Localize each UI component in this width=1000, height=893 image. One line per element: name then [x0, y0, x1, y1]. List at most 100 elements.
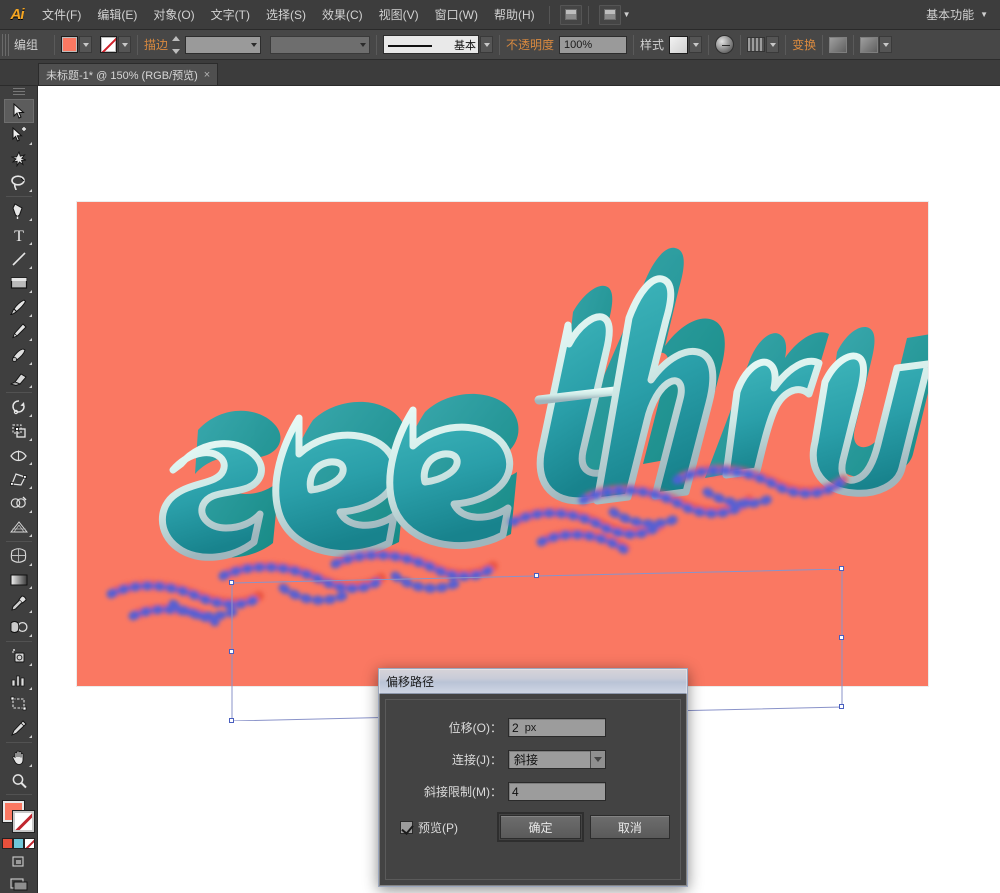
perspective-grid-tool[interactable] [4, 515, 34, 539]
document-tab-strip: 未标题-1* @ 150% (RGB/预览) × [0, 60, 1000, 86]
joins-select[interactable]: 斜接 [508, 750, 606, 769]
none-swatch-icon[interactable] [24, 838, 35, 850]
magic-wand-tool[interactable] [4, 147, 34, 171]
bridge-icon[interactable] [559, 4, 582, 25]
zoom-tool[interactable] [4, 769, 34, 793]
artboard[interactable] [77, 202, 928, 723]
color-mode-swatches[interactable] [2, 838, 35, 850]
control-bar-grip[interactable] [2, 33, 9, 56]
fill-swatch[interactable] [61, 36, 79, 53]
close-icon[interactable]: × [204, 69, 210, 81]
menu-effect[interactable]: 效果(C) [314, 0, 371, 30]
eraser-tool[interactable] [4, 367, 34, 391]
brush-definition-combo[interactable]: 基本 [383, 35, 480, 54]
free-transform-tool[interactable] [4, 467, 34, 491]
rotate-tool[interactable] [4, 395, 34, 419]
cancel-button[interactable]: 取消 [589, 815, 670, 839]
arrange-documents-icon[interactable] [598, 4, 621, 25]
artboard-tool[interactable] [4, 692, 34, 716]
recolor-artwork-icon[interactable] [715, 35, 735, 54]
screen-mode-icon[interactable] [8, 875, 30, 893]
offset-path-dialog: 偏移路径 位移(O)： 2 px 连接(J)： 斜接 斜接限制(M)： 4 预览… [378, 668, 688, 887]
blend-tool[interactable] [4, 615, 34, 639]
selection-handle-bl[interactable] [229, 718, 234, 723]
miter-limit-input[interactable]: 4 [508, 782, 606, 801]
chevron-down-icon[interactable]: ▼ [623, 10, 631, 19]
gradient-tool[interactable] [4, 568, 34, 592]
opacity-combo[interactable]: 100% [559, 35, 628, 54]
offset-row: 位移(O)： 2 px [396, 718, 670, 737]
menu-type[interactable]: 文字(T) [203, 0, 258, 30]
isolate-group-icon[interactable] [829, 36, 848, 53]
brush-definition-arrow[interactable] [480, 36, 494, 53]
stroke-swatch-none-icon[interactable] [100, 36, 118, 53]
toolbar-stroke-swatch-none-icon[interactable] [11, 810, 35, 834]
variable-width-profile-combo[interactable] [270, 35, 371, 54]
stroke-color-control[interactable] [100, 36, 132, 53]
symbol-sprayer-tool[interactable] [4, 644, 34, 668]
offset-input[interactable]: 2 px [508, 718, 606, 737]
width-tool[interactable] [4, 443, 34, 467]
menu-file[interactable]: 文件(F) [34, 0, 89, 30]
scale-tool[interactable] [4, 419, 34, 443]
menu-object[interactable]: 对象(O) [145, 0, 202, 30]
dialog-title: 偏移路径 [386, 674, 435, 689]
graphic-style-arrow[interactable] [689, 36, 703, 53]
stroke-weight-stepper[interactable] [172, 35, 184, 54]
document-tab[interactable]: 未标题-1* @ 150% (RGB/预览) × [38, 63, 219, 85]
selection-tool[interactable] [3, 98, 34, 123]
stroke-dropdown-arrow[interactable] [118, 36, 132, 53]
draw-mode-icon[interactable] [860, 36, 879, 53]
line-segment-tool[interactable] [4, 247, 34, 271]
selection-handle-br[interactable] [839, 704, 844, 709]
fill-dropdown-arrow[interactable] [79, 36, 93, 53]
fill-and-stroke-swatch[interactable] [1, 800, 36, 835]
shape-builder-tool[interactable] [4, 491, 34, 515]
drawing-mode-icon[interactable] [8, 853, 30, 871]
stroke-weight-combo[interactable] [185, 35, 262, 54]
transform-label[interactable]: 变换 [792, 36, 816, 53]
fill-color-control[interactable] [61, 36, 93, 53]
blob-brush-tool[interactable] [4, 343, 34, 367]
rectangle-tool[interactable] [4, 271, 34, 295]
opacity-label: 不透明度 [506, 38, 555, 52]
menu-window[interactable]: 窗口(W) [427, 0, 486, 30]
column-graph-tool[interactable] [4, 668, 34, 692]
gradient-swatch-icon[interactable] [13, 838, 24, 850]
direct-selection-tool[interactable] [4, 123, 34, 147]
opacity-mask-icon[interactable] [747, 37, 766, 52]
cb-divider-9 [822, 34, 824, 55]
draw-mode-arrow[interactable] [879, 36, 893, 53]
artwork-see-thru [106, 247, 928, 627]
mesh-tool[interactable] [4, 544, 34, 568]
chevron-down-icon[interactable] [590, 751, 605, 768]
pencil-tool[interactable] [4, 319, 34, 343]
opacity-mask-arrow[interactable] [766, 36, 780, 53]
joins-label: 连接(J)： [452, 753, 502, 767]
dialog-title-bar[interactable]: 偏移路径 [379, 669, 687, 694]
menu-select[interactable]: 选择(S) [258, 0, 314, 30]
tools-panel-grip[interactable] [12, 88, 25, 96]
menu-help[interactable]: 帮助(H) [486, 0, 543, 30]
ok-button[interactable]: 确定 [497, 812, 584, 842]
cb-divider-2 [137, 34, 139, 55]
offset-value: 2 [512, 720, 519, 735]
type-tool[interactable]: T [4, 223, 34, 247]
selection-type-label: 编组 [14, 38, 39, 52]
color-swatch-icon[interactable] [2, 838, 13, 850]
hand-tool[interactable] [4, 745, 34, 769]
document-tab-title: 未标题-1* @ 150% (RGB/预览) [46, 69, 198, 82]
cb-divider-8 [785, 34, 787, 55]
menu-bar: Ai 文件(F) 编辑(E) 对象(O) 文字(T) 选择(S) 效果(C) 视… [0, 0, 1000, 30]
lasso-tool[interactable] [4, 171, 34, 195]
paintbrush-tool[interactable] [4, 295, 34, 319]
menu-edit[interactable]: 编辑(E) [89, 0, 145, 30]
preview-checkbox-wrap[interactable]: 预览(P) [396, 819, 500, 836]
pen-tool[interactable] [4, 199, 34, 223]
menu-view[interactable]: 视图(V) [371, 0, 427, 30]
graphic-style-swatch[interactable] [669, 35, 689, 54]
eyedropper-tool[interactable] [4, 591, 34, 615]
workspace-switcher[interactable]: 基本功能 ▼ [920, 3, 994, 26]
slice-tool[interactable] [4, 716, 34, 740]
preview-checkbox[interactable] [400, 820, 413, 834]
